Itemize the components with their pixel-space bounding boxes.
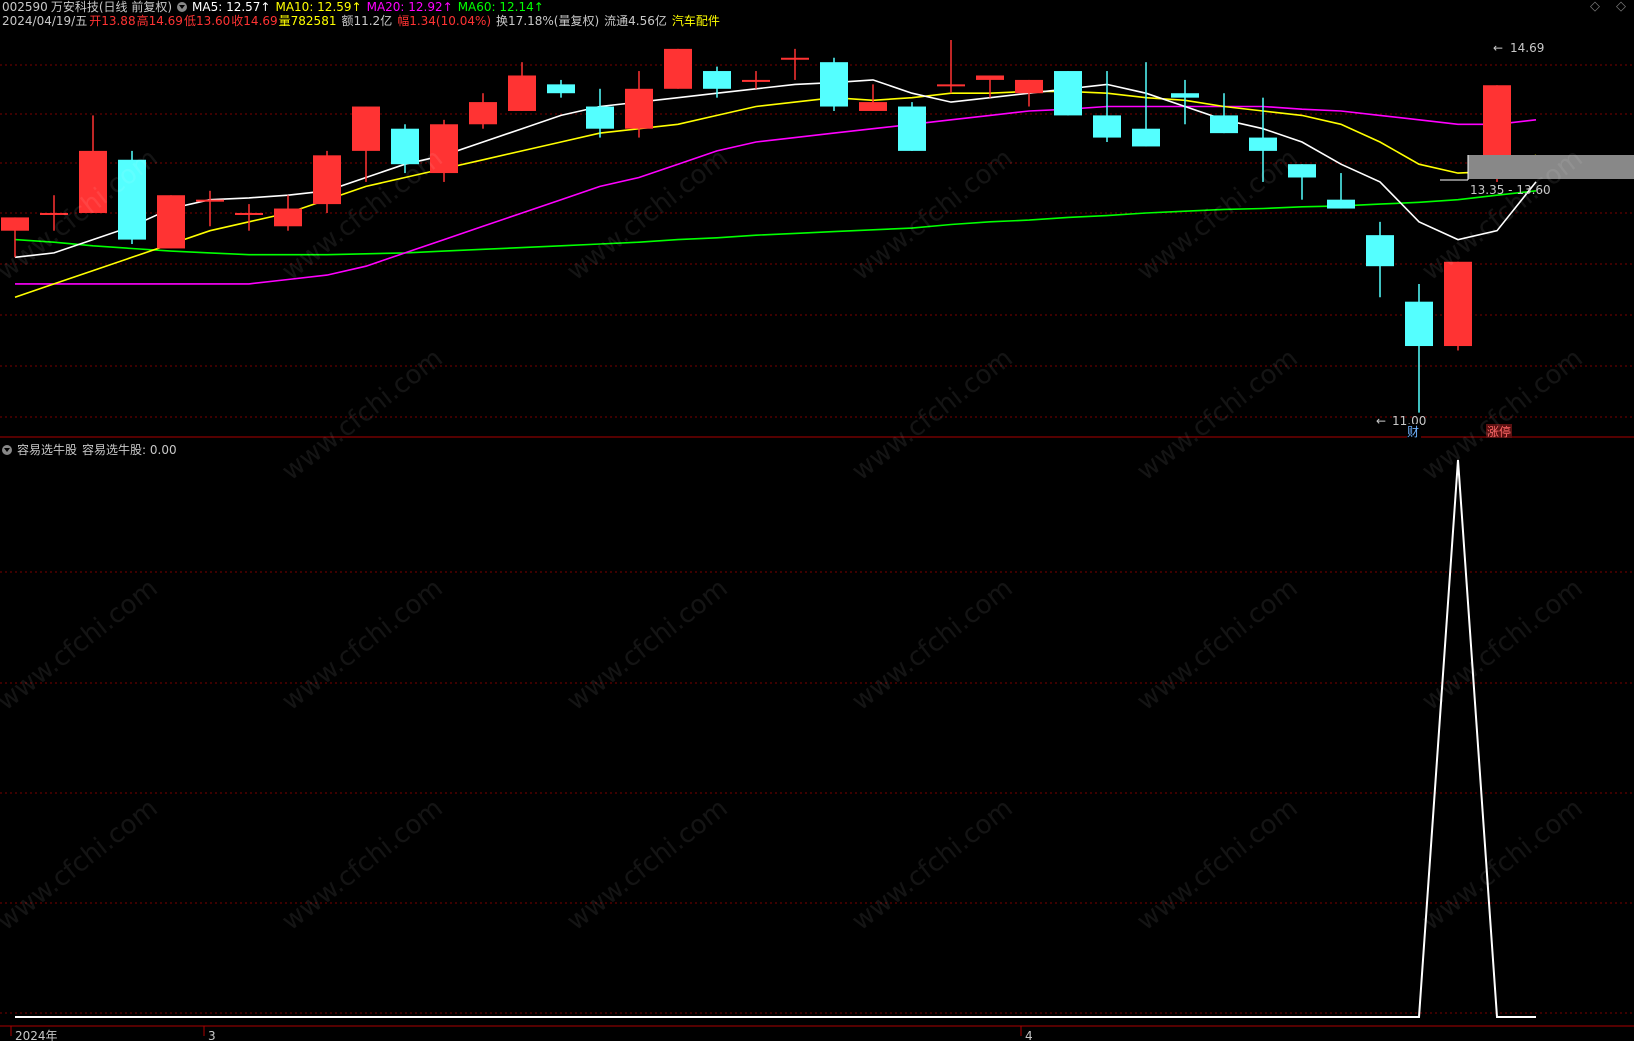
candle-body-12	[469, 102, 497, 125]
candle-body-33	[1288, 164, 1316, 178]
candle-body-37	[1444, 261, 1472, 347]
cai-badge[interactable]: 财	[1407, 425, 1419, 439]
zhangting-badge[interactable]: 涨停	[1487, 424, 1511, 439]
candle-body-34	[1327, 199, 1355, 209]
x-tick-label-1: 3	[208, 1029, 216, 1041]
candle-body-2	[79, 150, 107, 213]
low-arrow: ←	[1376, 414, 1386, 428]
candle-body-7	[274, 208, 302, 227]
candle-body-36	[1405, 301, 1433, 347]
candle-body-4	[157, 195, 185, 249]
candle-body-35	[1366, 235, 1394, 267]
candle-body-26	[1015, 79, 1043, 94]
candle-body-23	[898, 106, 926, 151]
candle-body-24	[937, 84, 965, 87]
candle-body-38	[1483, 85, 1511, 158]
ma20-line	[15, 105, 1537, 285]
candle-body-16	[625, 88, 653, 129]
candle-body-32	[1249, 137, 1277, 151]
high-price-label: 14.69	[1510, 41, 1544, 55]
grid-lines	[0, 64, 1634, 1027]
candle-body-22	[859, 102, 887, 111]
price-range-box	[1468, 155, 1634, 179]
candle-body-10	[391, 128, 419, 165]
price-range-label: 13.35 - 13.60	[1470, 183, 1551, 197]
candle-body-3	[118, 159, 146, 240]
indicator-series	[15, 459, 1536, 1018]
candle-body-6	[235, 212, 263, 215]
candle-body-25	[976, 75, 1004, 80]
candle-body-14	[547, 84, 575, 94]
candle-body-17	[664, 48, 692, 89]
candle-body-18	[703, 71, 731, 89]
candle-body-31	[1210, 115, 1238, 134]
candle-body-20	[781, 57, 809, 60]
candle-body-28	[1093, 115, 1121, 138]
candle-body-11	[430, 124, 458, 174]
candle-body-29	[1132, 128, 1160, 147]
candle-body-13	[508, 75, 536, 111]
candle-body-5	[196, 199, 224, 202]
candle-body-30	[1171, 93, 1199, 98]
candle-body-19	[742, 79, 770, 82]
indicator-line	[15, 459, 1536, 1018]
candle-body-15	[586, 106, 614, 129]
x-tick-label-0: 2024年	[15, 1029, 58, 1041]
candle-body-21	[820, 62, 848, 107]
chart-canvas[interactable]: 14.69 ← 11.00 ← 13.35 - 13.60 财 涨停 2024年…	[0, 0, 1634, 1041]
ma10-line	[14, 90, 1537, 298]
x-axis: 2024年 3 4	[10, 1026, 1033, 1041]
high-arrow: ←	[1493, 41, 1503, 55]
moving-average-lines	[14, 79, 1537, 298]
candle-body-1	[40, 212, 68, 215]
candle-body-8	[313, 155, 341, 205]
candle-body-9	[352, 106, 380, 151]
candle-body-27	[1054, 71, 1082, 116]
candle-body-0	[1, 217, 29, 231]
x-tick-label-2: 4	[1025, 1029, 1033, 1041]
